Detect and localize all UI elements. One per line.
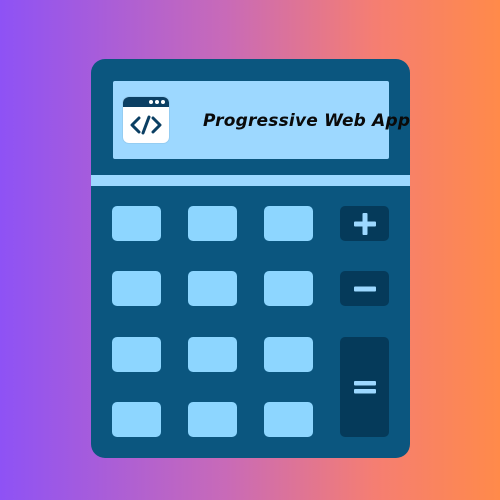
code-window-icon [123, 97, 169, 143]
calculator-key [188, 271, 237, 306]
calculator-key [188, 402, 237, 437]
window-dot [155, 100, 159, 104]
equals-key [340, 337, 389, 437]
calculator-key [264, 206, 313, 241]
calculator-key [112, 271, 161, 306]
calculator-screen: Progressive Web App. [113, 81, 410, 159]
plus-key [340, 206, 389, 241]
window-dot [161, 100, 165, 104]
plus-icon [353, 212, 376, 235]
calculator-key [112, 337, 161, 372]
calculator-illustration: Progressive Web App. [91, 59, 410, 458]
minus-key [340, 271, 389, 306]
calculator-key [188, 337, 237, 372]
window-titlebar [123, 97, 169, 107]
calculator-key [112, 402, 161, 437]
calculator-key [264, 337, 313, 372]
calculator-key [264, 402, 313, 437]
minus-icon [353, 286, 376, 291]
code-brackets-icon [123, 107, 169, 143]
window-dot [149, 100, 153, 104]
screen-title: Progressive Web App. [203, 111, 410, 131]
calculator-key [188, 206, 237, 241]
equals-icon [353, 381, 376, 394]
screen-divider [91, 175, 410, 186]
calculator-key [112, 206, 161, 241]
calculator-key [264, 271, 313, 306]
